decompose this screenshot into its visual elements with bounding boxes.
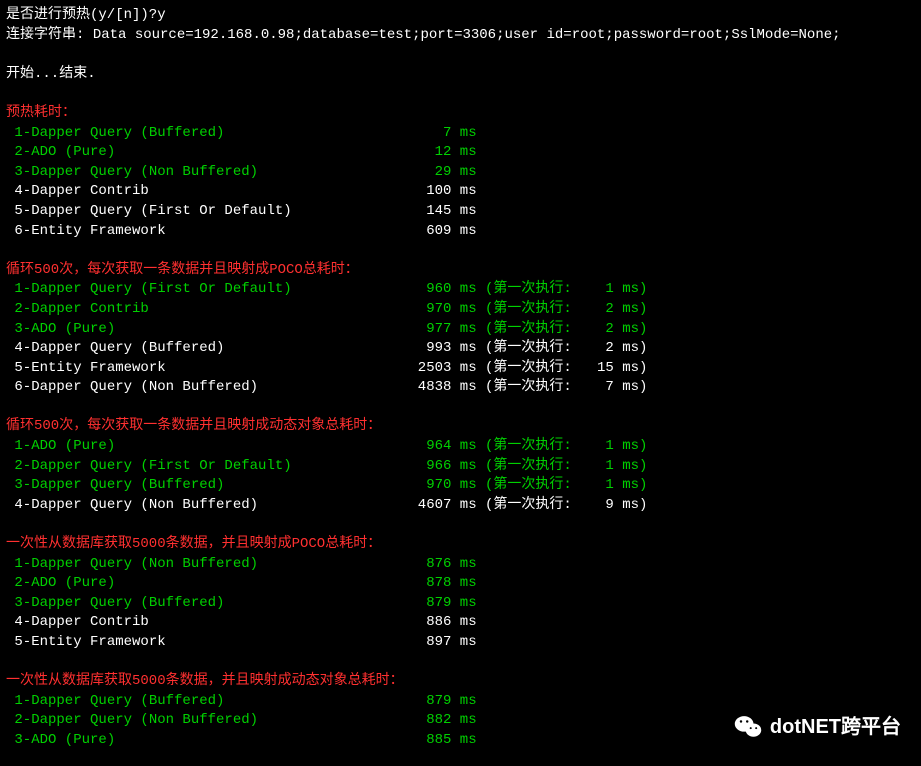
benchmark-time: 878 ms [401,574,477,594]
wechat-icon [734,713,762,741]
benchmark-time: 970 ms [401,476,477,496]
benchmark-time: 970 ms [401,300,477,320]
benchmark-first-run: (第一次执行: 1 ms) [477,457,648,477]
benchmark-time: 964 ms [401,437,477,457]
benchmark-label: 1-Dapper Query (First Or Default) [6,280,401,300]
benchmark-label: 1-Dapper Query (Non Buffered) [6,555,401,575]
benchmark-label: 4-Dapper Contrib [6,182,401,202]
benchmark-row: 3-Dapper Query (Buffered) 879 ms [6,594,915,614]
benchmark-time: 145 ms [401,202,477,222]
benchmark-label: 5-Dapper Query (First Or Default) [6,202,401,222]
benchmark-row: 5-Entity Framework 897 ms [6,633,915,653]
benchmark-first-run: (第一次执行: 2 ms) [477,339,648,359]
benchmark-label: 3-ADO (Pure) [6,320,401,340]
benchmark-time: 876 ms [401,555,477,575]
benchmark-label: 2-Dapper Query (Non Buffered) [6,711,401,731]
benchmark-time: 966 ms [401,457,477,477]
benchmark-label: 6-Dapper Query (Non Buffered) [6,378,401,398]
blank-line [6,398,915,418]
benchmark-row: 6-Dapper Query (Non Buffered) 4838 ms (第… [6,378,915,398]
benchmark-time: 29 ms [401,163,477,183]
section-title: 循环500次，每次获取一条数据并且映射成动态对象总耗时： [6,417,915,437]
benchmark-label: 2-ADO (Pure) [6,574,401,594]
benchmark-time: 885 ms [401,731,477,751]
section-title: 预热耗时： [6,104,915,124]
benchmark-row: 1-Dapper Query (Buffered) 7 ms [6,124,915,144]
connection-line: 连接字符串: Data source=192.168.0.98;database… [6,26,915,46]
benchmark-row: 4-Dapper Contrib 100 ms [6,182,915,202]
start-end-line: 开始...结束. [6,65,915,85]
section-title: 一次性从数据库获取5000条数据，并且映射成POCO总耗时： [6,535,915,555]
benchmark-time: 993 ms [401,339,477,359]
benchmark-row: 4-Dapper Query (Non Buffered) 4607 ms (第… [6,496,915,516]
section-title: 循环500次，每次获取一条数据并且映射成POCO总耗时： [6,261,915,281]
benchmark-row: 1-Dapper Query (Non Buffered) 876 ms [6,555,915,575]
benchmark-label: 4-Dapper Query (Non Buffered) [6,496,401,516]
benchmark-row: 2-Dapper Query (First Or Default) 966 ms… [6,457,915,477]
benchmark-time: 977 ms [401,320,477,340]
benchmark-label: 5-Entity Framework [6,633,401,653]
benchmark-row: 1-ADO (Pure) 964 ms (第一次执行: 1 ms) [6,437,915,457]
benchmark-row: 4-Dapper Contrib 886 ms [6,613,915,633]
benchmark-label: 3-Dapper Query (Buffered) [6,476,401,496]
benchmark-sections: 预热耗时： 1-Dapper Query (Buffered) 7 ms 2-A… [6,104,915,751]
benchmark-first-run: (第一次执行: 9 ms) [477,496,648,516]
benchmark-label: 6-Entity Framework [6,222,401,242]
benchmark-first-run: (第一次执行: 2 ms) [477,300,648,320]
benchmark-row: 3-ADO (Pure) 977 ms (第一次执行: 2 ms) [6,320,915,340]
benchmark-label: 4-Dapper Query (Buffered) [6,339,401,359]
benchmark-label: 3-Dapper Query (Buffered) [6,594,401,614]
benchmark-time: 879 ms [401,594,477,614]
benchmark-row: 2-Dapper Contrib 970 ms (第一次执行: 2 ms) [6,300,915,320]
benchmark-row: 2-ADO (Pure) 12 ms [6,143,915,163]
benchmark-time: 12 ms [401,143,477,163]
benchmark-time: 609 ms [401,222,477,242]
benchmark-time: 897 ms [401,633,477,653]
benchmark-first-run: (第一次执行: 1 ms) [477,476,648,496]
benchmark-time: 100 ms [401,182,477,202]
benchmark-first-run: (第一次执行: 1 ms) [477,437,648,457]
benchmark-first-run: (第一次执行: 1 ms) [477,280,648,300]
benchmark-label: 2-Dapper Query (First Or Default) [6,457,401,477]
benchmark-time: 7 ms [401,124,477,144]
benchmark-row: 5-Entity Framework 2503 ms (第一次执行: 15 ms… [6,359,915,379]
benchmark-time: 4838 ms [401,378,477,398]
benchmark-time: 886 ms [401,613,477,633]
benchmark-time: 882 ms [401,711,477,731]
terminal-output: 是否进行预热(y/[n])?y 连接字符串: Data source=192.1… [6,6,915,751]
benchmark-row: 4-Dapper Query (Buffered) 993 ms (第一次执行:… [6,339,915,359]
warmup-prompt: 是否进行预热(y/[n])?y [6,6,915,26]
benchmark-label: 5-Entity Framework [6,359,401,379]
watermark-text: dotNET跨平台 [770,713,901,741]
benchmark-time: 879 ms [401,692,477,712]
benchmark-row: 3-Dapper Query (Buffered) 970 ms (第一次执行:… [6,476,915,496]
blank-line [6,653,915,673]
benchmark-label: 1-Dapper Query (Buffered) [6,124,401,144]
blank-line [6,45,915,65]
benchmark-row: 1-Dapper Query (Buffered) 879 ms [6,692,915,712]
benchmark-row: 2-ADO (Pure) 878 ms [6,574,915,594]
benchmark-first-run: (第一次执行: 15 ms) [477,359,648,379]
watermark: dotNET跨平台 [734,713,901,741]
blank-line [6,515,915,535]
benchmark-row: 3-Dapper Query (Non Buffered) 29 ms [6,163,915,183]
benchmark-label: 1-Dapper Query (Buffered) [6,692,401,712]
benchmark-first-run: (第一次执行: 7 ms) [477,378,648,398]
benchmark-label: 2-Dapper Contrib [6,300,401,320]
benchmark-row: 5-Dapper Query (First Or Default) 145 ms [6,202,915,222]
benchmark-label: 2-ADO (Pure) [6,143,401,163]
blank-line [6,241,915,261]
blank-line [6,84,915,104]
benchmark-time: 4607 ms [401,496,477,516]
benchmark-label: 3-Dapper Query (Non Buffered) [6,163,401,183]
benchmark-row: 6-Entity Framework 609 ms [6,222,915,242]
benchmark-label: 4-Dapper Contrib [6,613,401,633]
benchmark-first-run: (第一次执行: 2 ms) [477,320,648,340]
benchmark-label: 3-ADO (Pure) [6,731,401,751]
benchmark-time: 2503 ms [401,359,477,379]
section-title: 一次性从数据库获取5000条数据，并且映射成动态对象总耗时： [6,672,915,692]
benchmark-row: 1-Dapper Query (First Or Default) 960 ms… [6,280,915,300]
benchmark-label: 1-ADO (Pure) [6,437,401,457]
benchmark-time: 960 ms [401,280,477,300]
